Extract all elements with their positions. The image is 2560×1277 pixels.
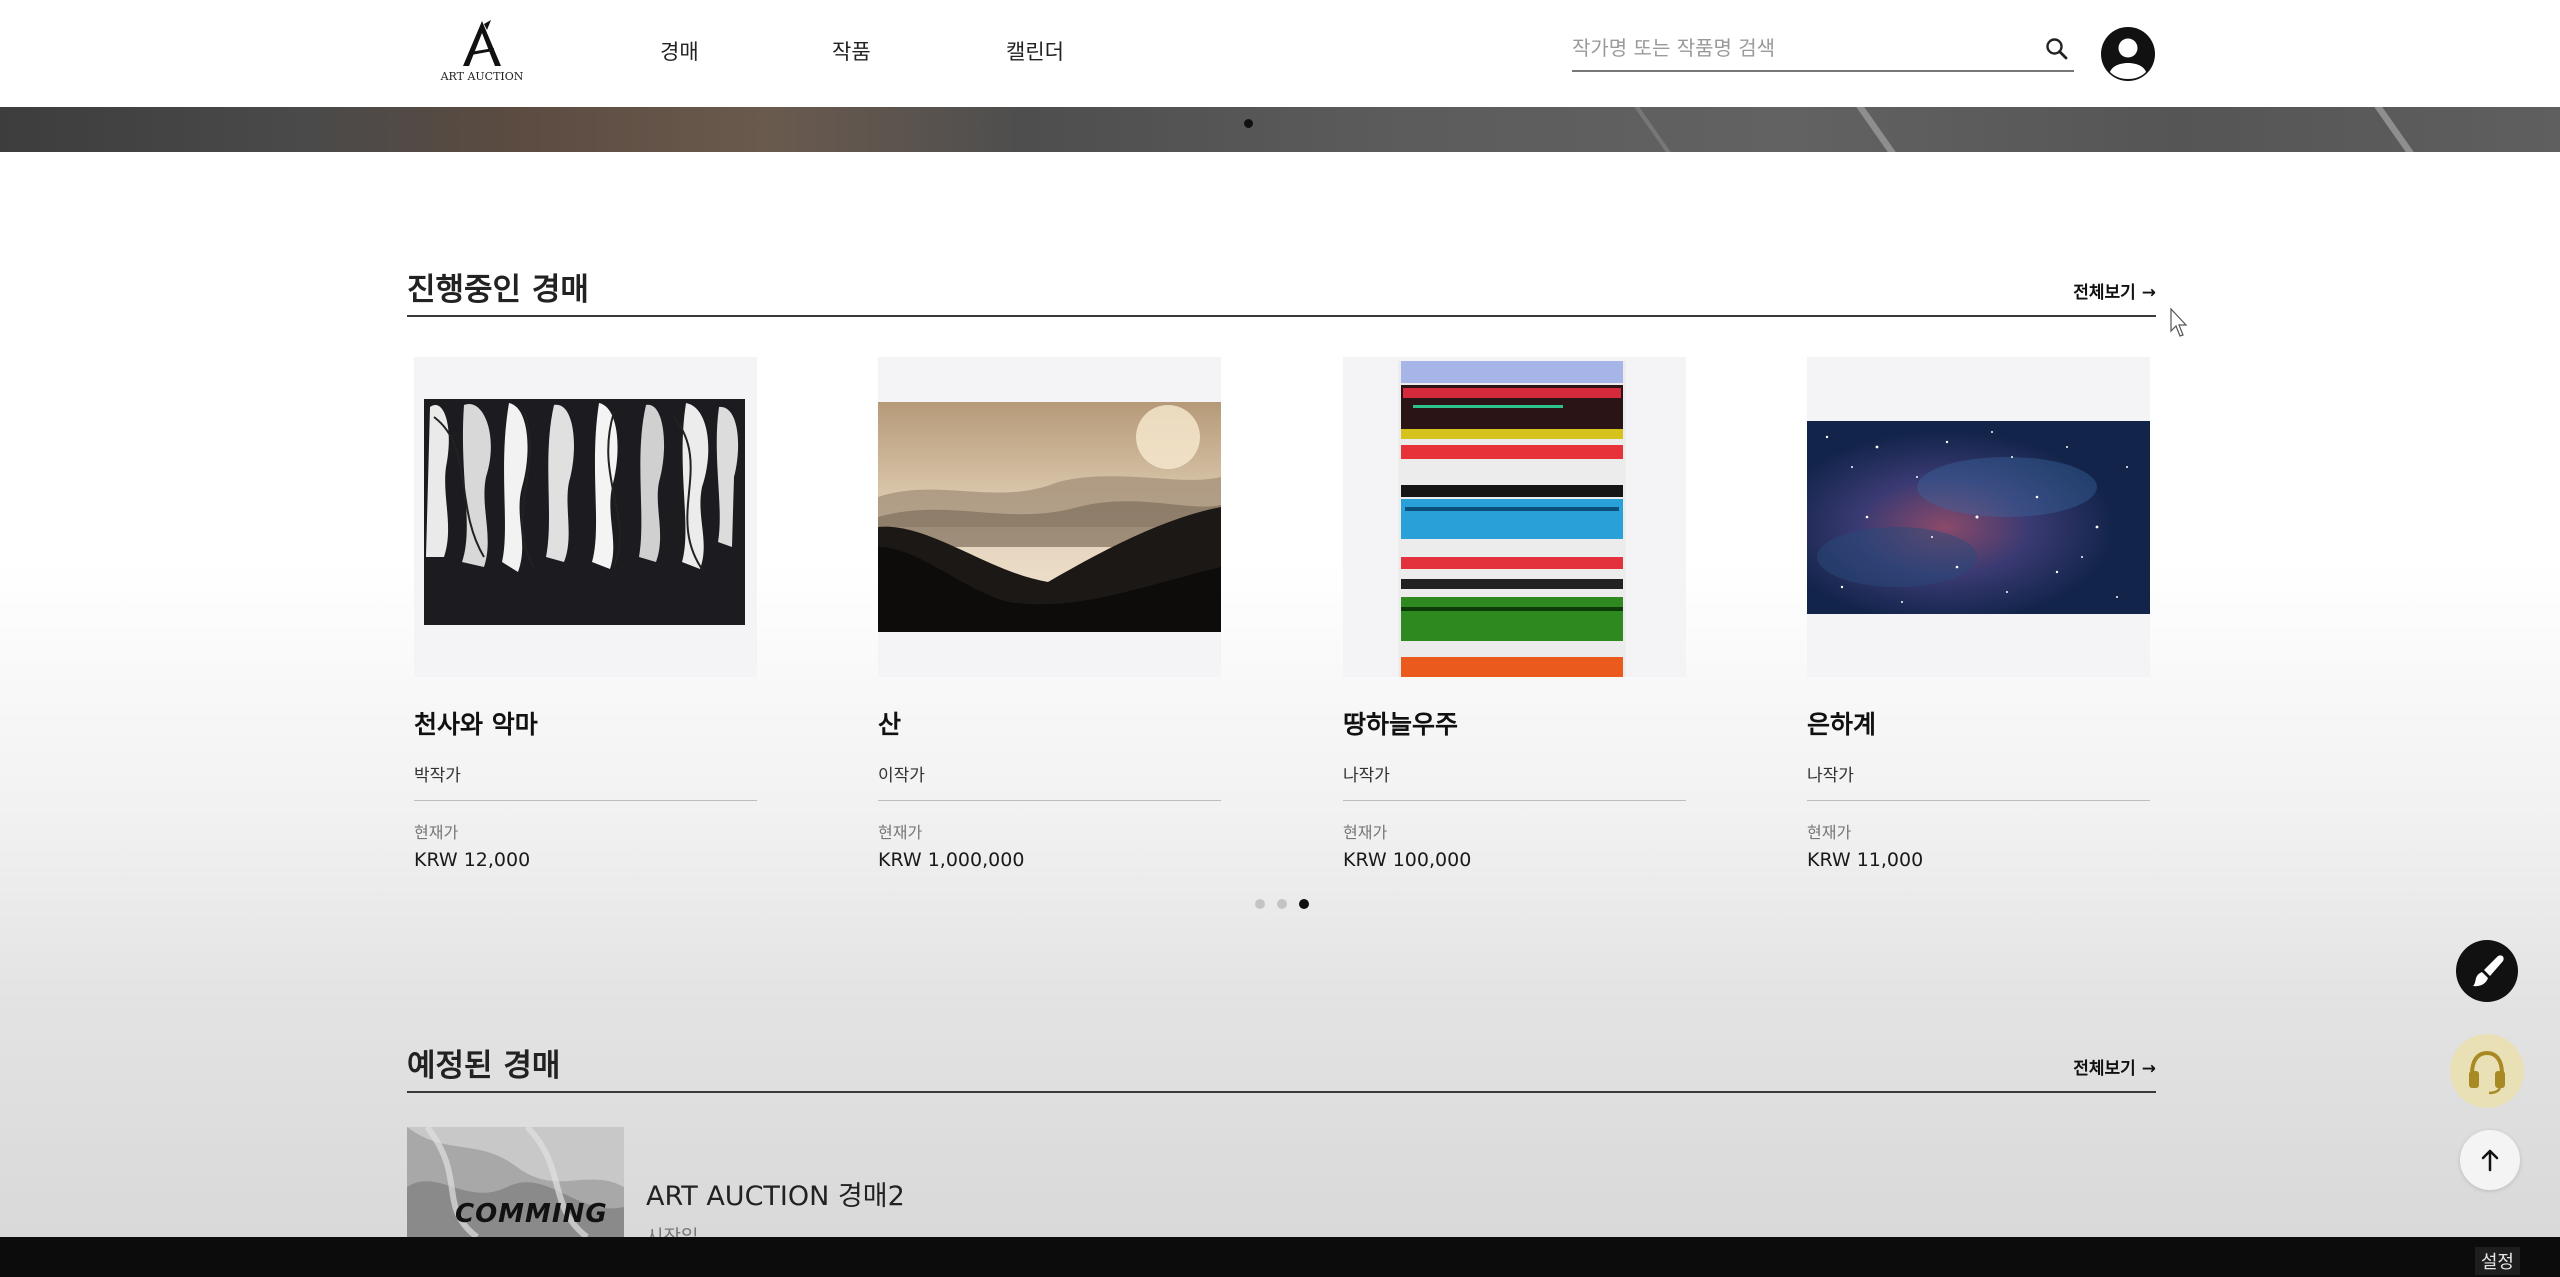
scroll-to-top-button[interactable] [2460,1130,2520,1190]
settings-button[interactable]: 설정 [2474,1247,2520,1275]
nav-calendar[interactable]: 캘린더 [1006,36,1064,66]
nav-artworks[interactable]: 작품 [832,36,871,66]
mouse-cursor-icon [2170,308,2188,337]
ongoing-view-all-link[interactable]: 전체보기 → [2073,278,2156,303]
artwork-thumbnail [1343,357,1686,677]
search-bar [1572,30,2074,72]
auction-card-galaxy[interactable]: 은하계 나작가 현재가 KRW 11,000 [1807,357,2150,877]
brush-fab-button[interactable] [2456,940,2518,1002]
card-divider [414,800,757,801]
artwork-thumbnail [1807,357,2150,677]
logo-text: ART AUCTION [440,70,524,83]
customer-support-button[interactable] [2450,1034,2524,1108]
card-price: KRW 12,000 [414,849,531,871]
upcoming-divider [407,1091,2156,1093]
arrow-up-icon [2481,1149,2499,1172]
card-artist: 나작가 [1343,766,1390,786]
auction-card-earth-sky-space[interactable]: 땅하늘우주 나작가 현재가 KRW 100,000 [1343,357,1686,877]
card-title: 산 [878,710,902,739]
ongoing-divider [407,315,2156,317]
carousel-dot-1[interactable] [1255,899,1265,909]
paintbrush-icon [2473,955,2504,987]
card-price-label: 현재가 [878,823,923,842]
card-title: 땅하늘우주 [1343,710,1459,739]
carousel-dot-2[interactable] [1277,899,1287,909]
user-avatar-icon[interactable] [2100,26,2156,82]
upcoming-thumbnail[interactable]: COMMING [407,1127,624,1237]
card-price: KRW 11,000 [1807,849,1924,871]
card-price-label: 현재가 [414,823,459,842]
upcoming-thumbnail-label: COMMING [455,1199,608,1229]
upcoming-view-all-link[interactable]: 전체보기 → [2073,1054,2156,1079]
ongoing-section-title: 진행중인 경매 [407,272,589,308]
artwork-thumbnail [878,357,1221,677]
card-price-label: 현재가 [1807,823,1852,842]
card-divider [878,800,1221,801]
card-price: KRW 1,000,000 [878,849,1025,871]
site-header: ART AUCTION 경매 작품 캘린더 [0,0,2560,107]
upcoming-section-title: 예정된 경매 [407,1048,561,1084]
nav-auction[interactable]: 경매 [660,36,699,66]
search-icon[interactable] [2044,36,2070,62]
card-divider [1343,800,1686,801]
card-price-label: 현재가 [1343,823,1388,842]
hero-banner[interactable] [0,107,2560,152]
logo-mark-icon [463,20,501,66]
card-artist: 이작가 [878,766,925,786]
auction-card-angel-devil[interactable]: 천사와 악마 박작가 현재가 KRW 12,000 [414,357,757,877]
artwork-thumbnail [414,357,757,677]
banner-indicator-dot[interactable] [1244,119,1253,128]
card-title: 천사와 악마 [414,710,538,739]
card-divider [1807,800,2150,801]
site-logo[interactable]: ART AUCTION [440,18,524,88]
carousel-dot-3[interactable] [1299,899,1309,909]
auction-card-mountain[interactable]: 산 이작가 현재가 KRW 1,000,000 [878,357,1221,877]
headset-icon [2469,1050,2505,1095]
card-artist: 박작가 [414,766,461,786]
search-input[interactable] [1572,30,2022,66]
bottom-control-bar: 설정 [0,1237,2560,1277]
upcoming-auction-title[interactable]: ART AUCTION 경매2 [646,1174,905,1213]
card-artist: 나작가 [1807,766,1854,786]
card-title: 은하계 [1807,710,1877,739]
card-price: KRW 100,000 [1343,849,1472,871]
